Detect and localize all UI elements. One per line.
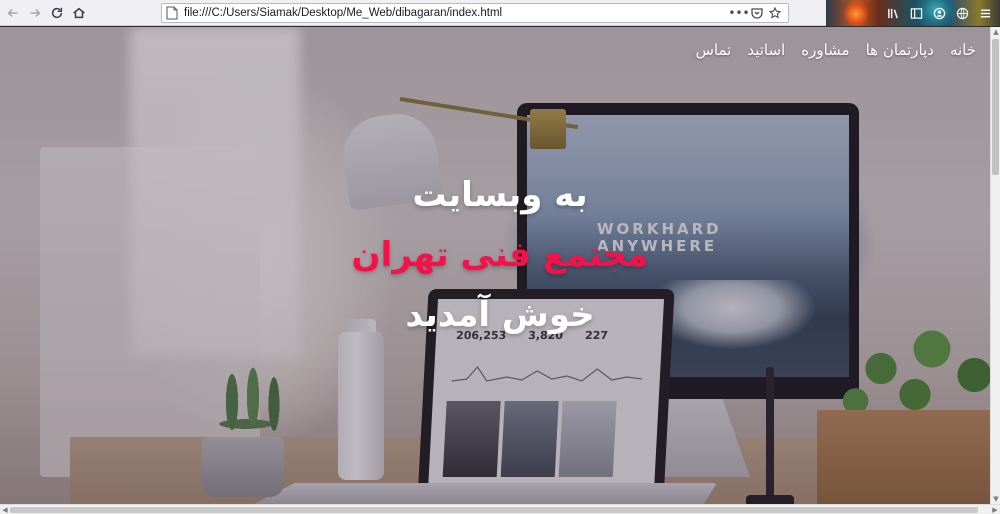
library-button[interactable] <box>883 2 904 24</box>
menu-icon <box>980 9 991 17</box>
ellipsis-icon: ••• <box>728 6 750 20</box>
page-viewport: WORKHARD ANYWHERE 206,253 3,820 227 خانه… <box>0 27 990 504</box>
toolbar-icons <box>883 0 1000 26</box>
vertical-scrollbar[interactable]: ▲ ▼ <box>990 27 1000 504</box>
reload-button[interactable] <box>46 2 68 24</box>
star-icon <box>769 7 781 19</box>
scroll-down-arrow-icon[interactable]: ▼ <box>992 494 1000 504</box>
nav-link-home[interactable]: خانه <box>950 41 976 59</box>
home-button[interactable] <box>68 2 90 24</box>
bookmark-button[interactable] <box>766 5 784 21</box>
hero-line-greeting: خوش آمدید <box>405 295 595 335</box>
nav-link-consulting[interactable]: مشاوره <box>801 41 849 59</box>
browser-toolbar: file:///C:/Users/Siamak/Desktop/Me_Web/d… <box>0 0 1000 26</box>
scroll-up-arrow-icon[interactable]: ▲ <box>992 27 1000 37</box>
vertical-scroll-thumb[interactable] <box>992 39 999 175</box>
scroll-left-arrow-icon[interactable]: ◀ <box>0 505 10 514</box>
home-icon <box>73 7 85 18</box>
sidebar-button[interactable] <box>906 2 927 24</box>
page-icon <box>166 6 178 20</box>
pocket-icon <box>751 8 763 19</box>
horizontal-scroll-thumb[interactable] <box>10 507 978 513</box>
arrow-left-icon <box>7 8 18 17</box>
arrow-right-icon <box>30 8 41 17</box>
account-button[interactable] <box>929 2 950 24</box>
page-actions-button[interactable]: ••• <box>728 5 750 21</box>
hero-line-welcome: به وبسایت <box>412 175 588 215</box>
reload-icon <box>51 7 63 18</box>
library-icon <box>888 8 898 18</box>
back-button[interactable] <box>2 2 24 24</box>
nav-link-teachers[interactable]: اساتید <box>747 41 785 59</box>
sidebar-icon <box>910 7 923 19</box>
address-bar[interactable]: file:///C:/Users/Siamak/Desktop/Me_Web/d… <box>161 3 789 23</box>
globe-icon <box>956 7 969 19</box>
pocket-button[interactable] <box>748 5 766 21</box>
forward-button[interactable] <box>24 2 46 24</box>
horizontal-scrollbar[interactable]: ◀ ▶ <box>0 504 1000 514</box>
site-navigation: خانه دپارتمان ها مشاوره اساتید تماس <box>696 41 976 59</box>
scroll-right-arrow-icon[interactable]: ▶ <box>990 505 1000 514</box>
extension-button[interactable] <box>952 2 973 24</box>
hero-heading: به وبسایت مجتمع فنی تهران خوش آمدید <box>270 165 730 345</box>
nav-link-departments[interactable]: دپارتمان ها <box>866 41 934 59</box>
nav-link-contact[interactable]: تماس <box>696 41 732 59</box>
menu-button[interactable] <box>975 2 996 24</box>
url-text[interactable]: file:///C:/Users/Siamak/Desktop/Me_Web/d… <box>184 7 730 19</box>
account-icon <box>933 7 946 19</box>
hero-line-institute-name: مجتمع فنی تهران <box>351 235 649 275</box>
